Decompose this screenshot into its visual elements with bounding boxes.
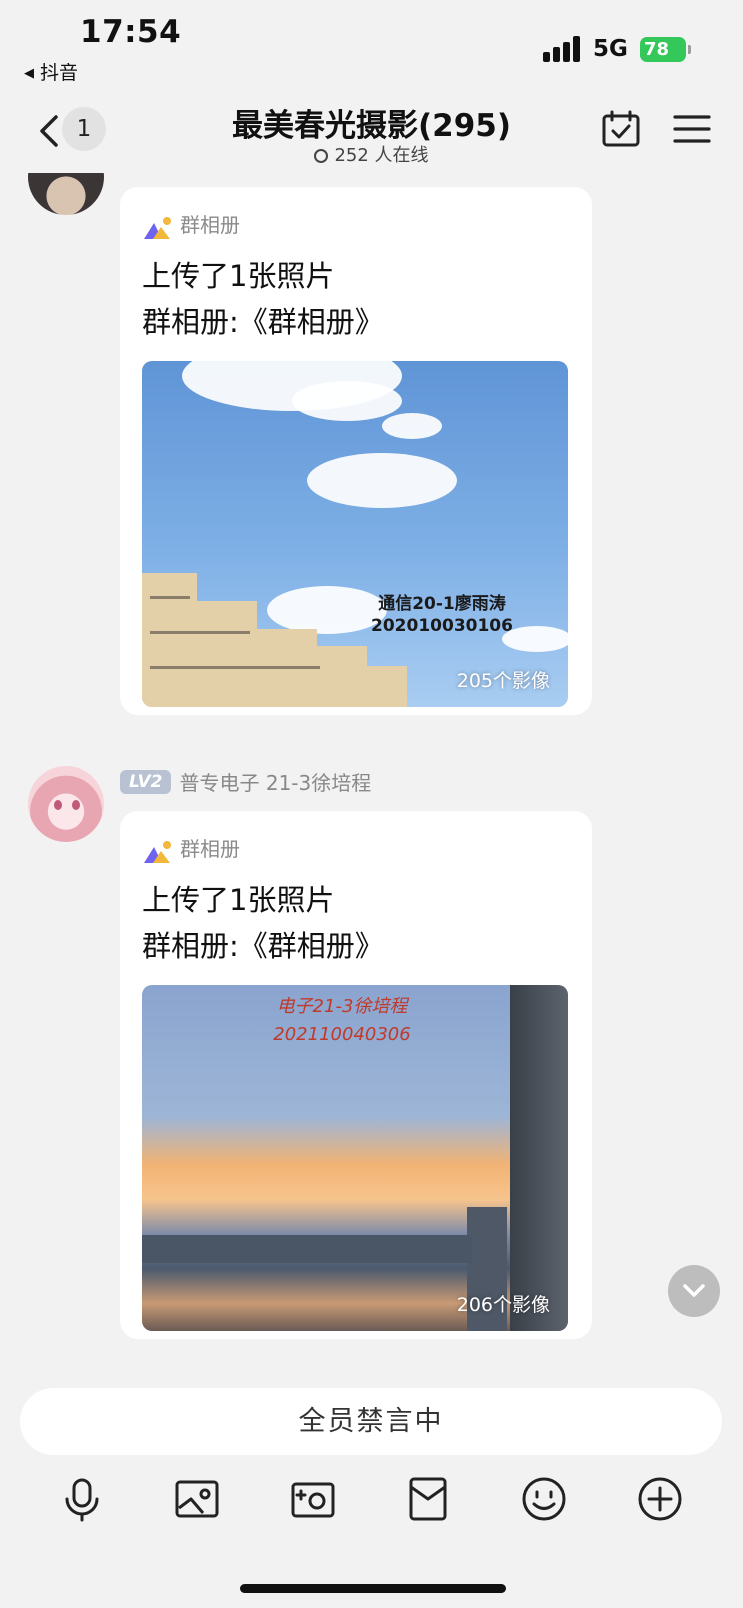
- album-header: 群相册: [144, 209, 240, 239]
- sender-avatar[interactable]: [28, 173, 104, 215]
- red-packet-icon[interactable]: [404, 1475, 452, 1523]
- album-header: 群相册: [144, 833, 240, 863]
- photo-count: 206个影像: [456, 1294, 550, 1316]
- microphone-icon[interactable]: [58, 1475, 106, 1523]
- album-photo[interactable]: 通信20-1廖雨涛 202010030106 205个影像: [142, 361, 568, 707]
- avatar-detail: [54, 800, 62, 810]
- building-detail: [150, 596, 190, 599]
- clock-time: 17:54: [80, 14, 182, 50]
- album-message-card[interactable]: 群相册 上传了1张照片 群相册:《群相册》 通信20-1廖雨涛 20201003…: [120, 187, 592, 715]
- chevron-down-icon: [683, 1284, 705, 1297]
- back-app-label: 抖音: [40, 62, 79, 84]
- photo-caption: 电子21-3徐培程 202110040306: [242, 993, 442, 1049]
- photo-caption-line-1: 通信20-1廖雨涛: [378, 594, 506, 614]
- message-line-1: 上传了1张照片: [142, 259, 335, 293]
- status-bar: 17:54 ◀ 抖音 5G 78: [0, 0, 743, 95]
- image-icon[interactable]: [173, 1475, 221, 1523]
- sender-avatar[interactable]: [28, 766, 104, 842]
- album-label: 群相册: [180, 837, 240, 861]
- album-label: 群相册: [180, 213, 240, 237]
- cloud: [307, 453, 457, 508]
- chat-header: 1 最美春光摄影(295) 252 人在线: [0, 95, 743, 173]
- cellular-signal-icon: [543, 36, 581, 62]
- message-line-1: 上传了1张照片: [142, 883, 335, 917]
- menu-icon[interactable]: [673, 113, 711, 145]
- building: [317, 646, 367, 707]
- calendar-check-icon[interactable]: [601, 109, 641, 149]
- emoji-icon[interactable]: [520, 1475, 568, 1523]
- album-message-card[interactable]: 群相册 上传了1张照片 群相册:《群相册》 电子21-3徐培程 20211004…: [120, 811, 592, 1339]
- online-count: 252 人在线: [334, 145, 429, 166]
- home-indicator[interactable]: [240, 1584, 506, 1593]
- photo-count: 205个影像: [456, 670, 550, 692]
- message-text: 上传了1张照片 群相册:《群相册》: [142, 253, 384, 345]
- input-toolbar: [0, 1475, 743, 1531]
- message-text: 上传了1张照片 群相册:《群相册》: [142, 877, 384, 969]
- message-line-2: 群相册:《群相册》: [142, 929, 384, 963]
- level-badge: LV2: [120, 769, 172, 794]
- avatar-detail: [72, 800, 80, 810]
- battery-cap: [688, 45, 691, 54]
- network-type: 5G: [593, 36, 628, 62]
- building: [510, 985, 568, 1331]
- battery-icon: 78: [640, 37, 686, 62]
- building: [367, 666, 407, 707]
- building: [197, 601, 257, 707]
- cloud: [292, 381, 402, 421]
- back-to-app-link[interactable]: ◀ 抖音: [24, 58, 78, 85]
- cloud: [382, 413, 442, 439]
- album-mountain-icon: [144, 840, 171, 863]
- skyline: [142, 1235, 472, 1263]
- sender-info: LV2 普专电子 21-3徐培程: [120, 767, 371, 799]
- back-triangle-icon: ◀: [24, 66, 34, 81]
- input-area: 全员禁言中: [0, 1373, 743, 1608]
- photo-caption-line-2: 202010030106: [371, 616, 513, 636]
- building: [142, 573, 197, 707]
- message-list[interactable]: 群相册 上传了1张照片 群相册:《群相册》 通信20-1廖雨涛 20201003…: [0, 173, 743, 1373]
- muted-notice-bar: 全员禁言中: [20, 1388, 722, 1455]
- online-circle-icon: [314, 149, 329, 163]
- message-line-2: 群相册:《群相册》: [142, 305, 384, 339]
- battery-level: 78: [644, 39, 670, 60]
- sender-name[interactable]: 普专电子 21-3徐培程: [179, 767, 371, 796]
- album-mountain-icon: [144, 216, 171, 239]
- plus-icon[interactable]: [636, 1475, 684, 1523]
- building-detail: [150, 666, 320, 669]
- photo-caption-line-1: 电子21-3徐培程: [276, 996, 408, 1017]
- building-detail: [150, 631, 250, 634]
- album-photo[interactable]: 电子21-3徐培程 202110040306 206个影像: [142, 985, 568, 1331]
- photo-caption-line-2: 202110040306: [273, 1024, 411, 1045]
- scroll-to-bottom-button[interactable]: [668, 1265, 720, 1317]
- camera-icon[interactable]: [289, 1475, 337, 1523]
- photo-caption: 通信20-1廖雨涛 202010030106: [367, 593, 517, 637]
